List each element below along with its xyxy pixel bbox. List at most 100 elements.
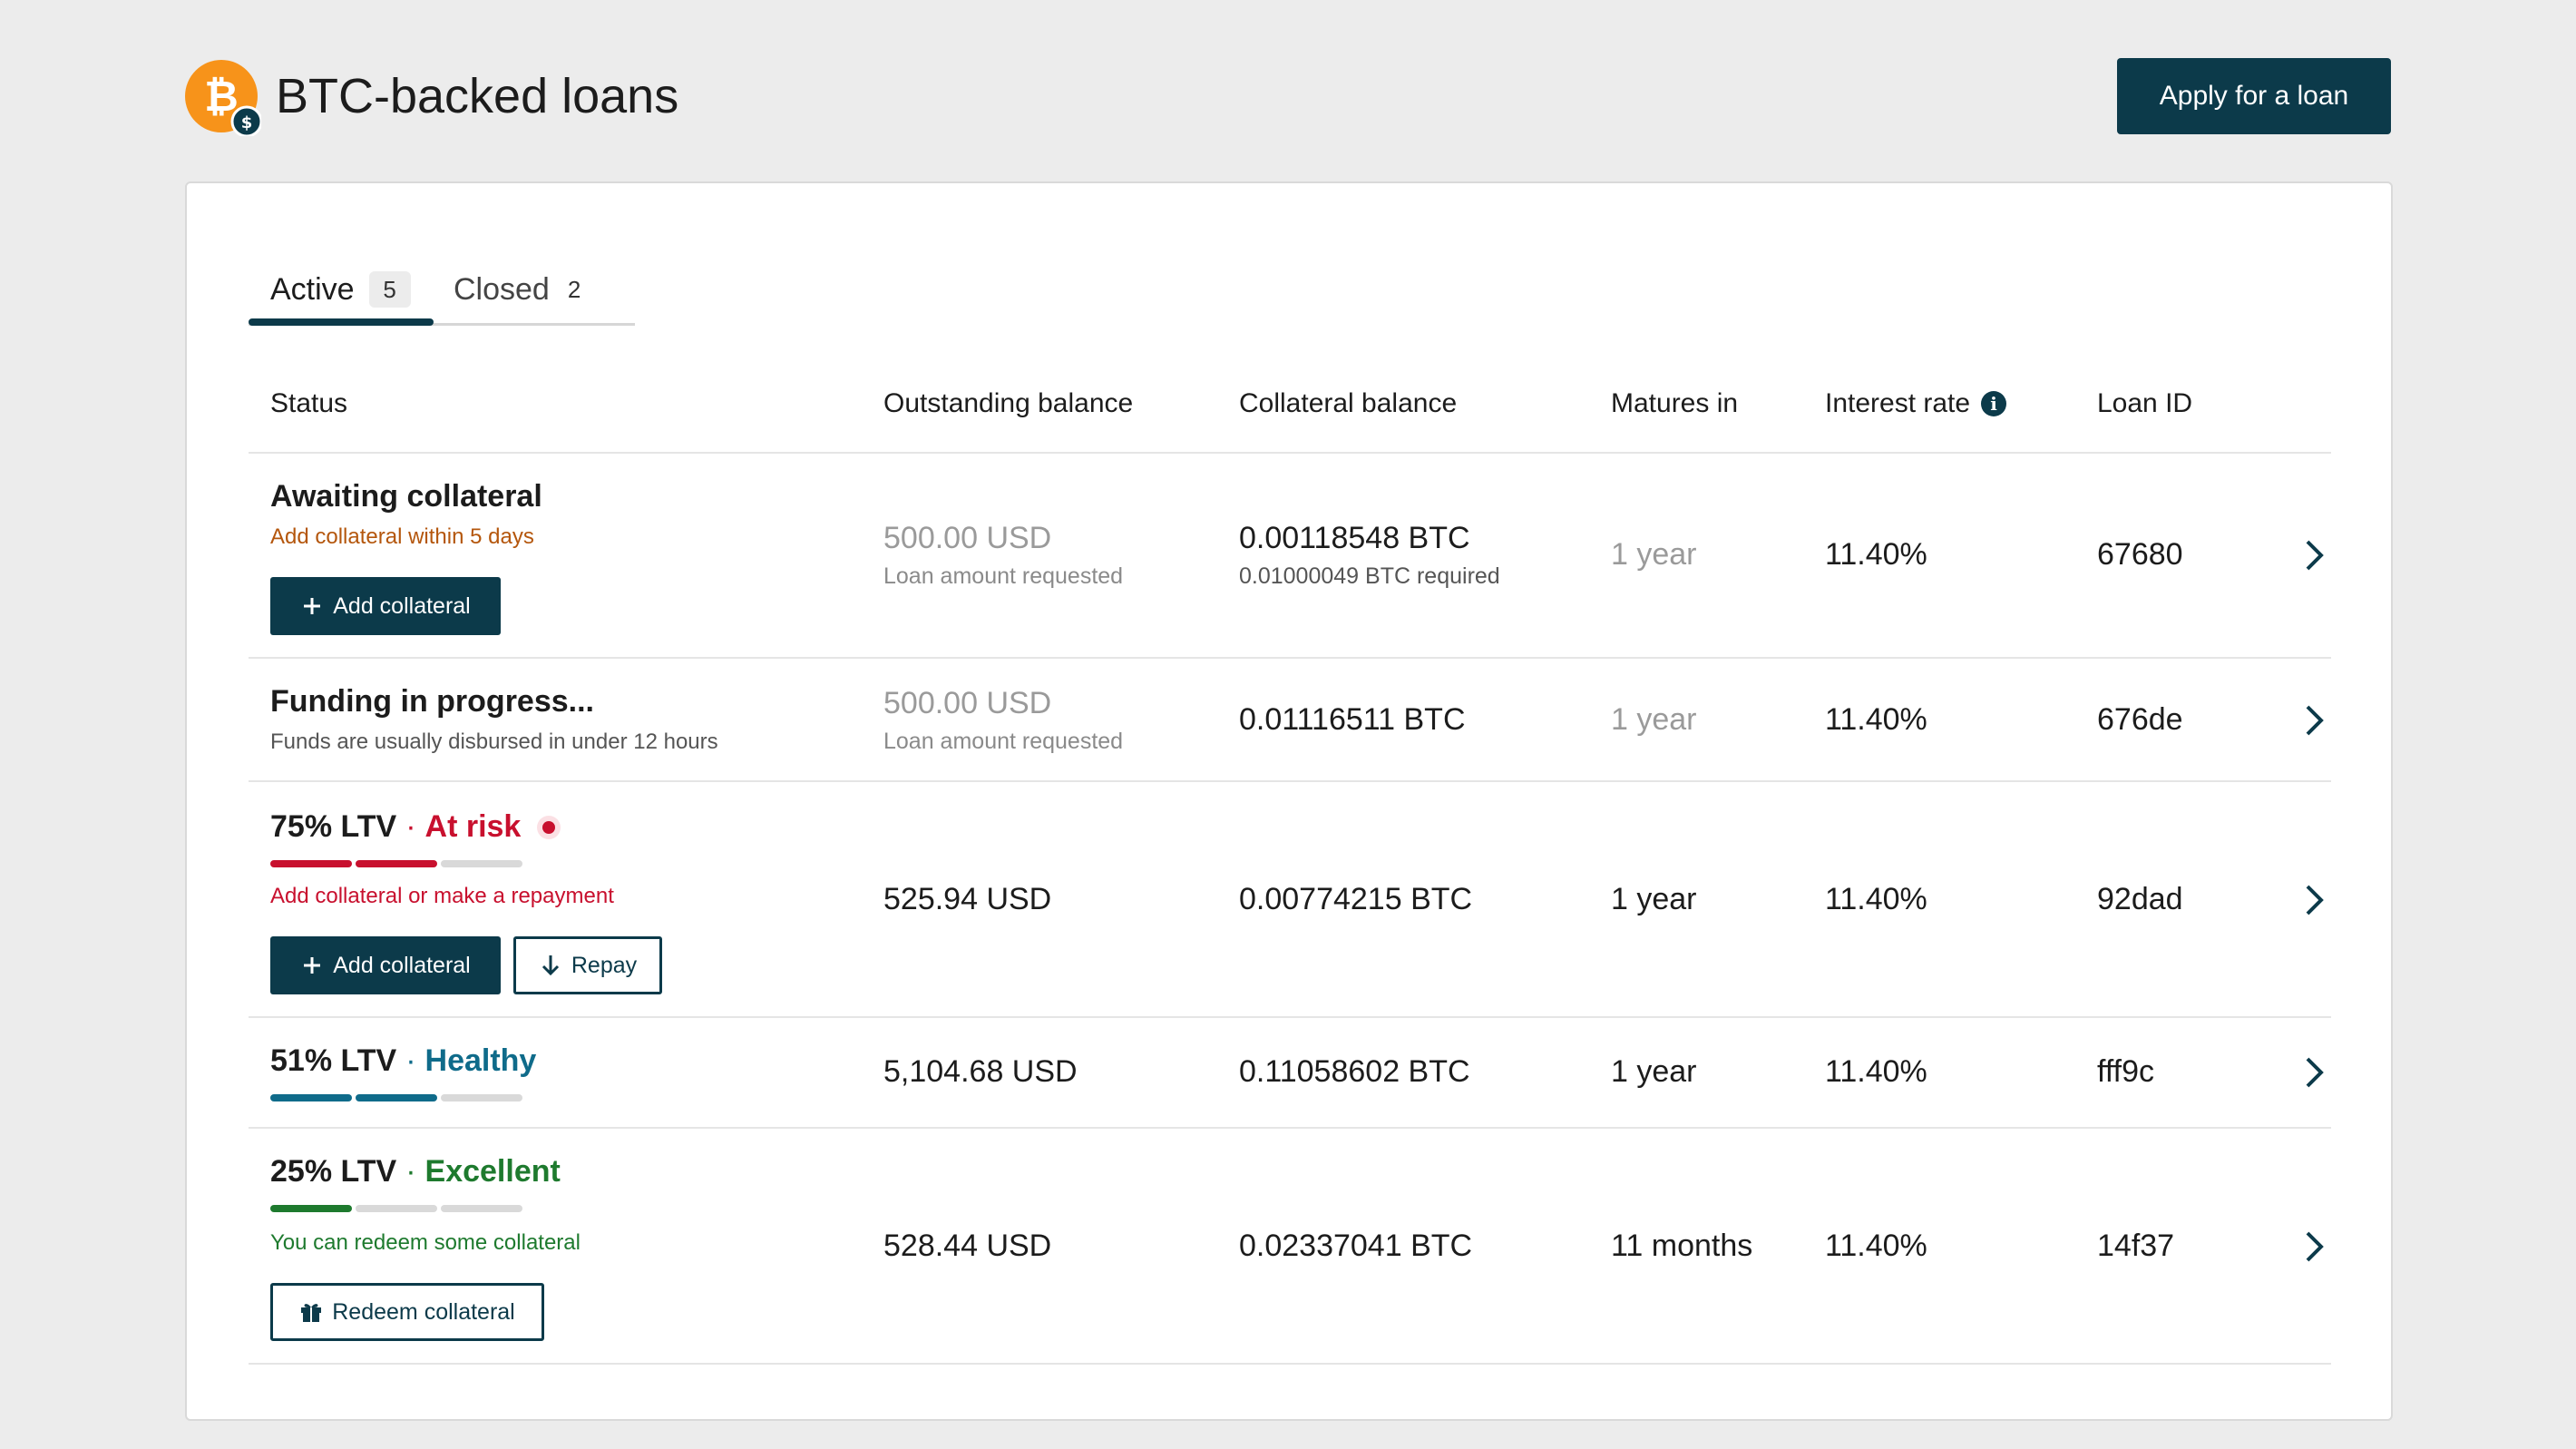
collateral-balance: 0.02337041 BTC <box>1239 1229 1473 1263</box>
ltv-label: 51% LTV <box>270 1043 397 1078</box>
ltv-progress-bar <box>270 1205 522 1212</box>
table-header: Status Outstanding balance Collateral ba… <box>249 365 2331 454</box>
tab-active-label: Active <box>270 271 355 307</box>
ltv-label: 75% LTV <box>270 809 397 844</box>
interest-rate: 11.40% <box>1825 537 1927 572</box>
table-row[interactable]: 51% LTV · Healthy 5,104.68 USD 0.1105860… <box>249 1018 2331 1129</box>
gift-icon <box>299 1300 323 1324</box>
add-collateral-label: Add collateral <box>333 952 471 978</box>
apply-for-loan-button[interactable]: Apply for a loan <box>2117 58 2391 134</box>
ltv-progress-bar <box>270 1094 522 1101</box>
chevron-right-icon[interactable] <box>2297 537 2333 573</box>
outstanding-balance: 525.94 USD <box>883 882 1052 916</box>
col-interest: Interest rate i <box>1825 388 2007 419</box>
chevron-right-icon[interactable] <box>2297 882 2333 918</box>
col-status: Status <box>270 388 348 418</box>
ltv-state: Healthy <box>424 1043 537 1078</box>
col-outstanding: Outstanding balance <box>883 388 1134 418</box>
status-note: Add collateral within 5 days <box>270 524 534 549</box>
collateral-balance: 0.00774215 BTC <box>1239 882 1473 916</box>
interest-rate: 11.40% <box>1825 882 1927 916</box>
matures-in: 1 year <box>1611 1054 1697 1089</box>
chevron-right-icon[interactable] <box>2297 1229 2333 1265</box>
redeem-collateral-button[interactable]: Redeem collateral <box>270 1283 544 1341</box>
ltv-segment <box>270 1205 352 1212</box>
outstanding-sub: Loan amount requested <box>883 563 1124 589</box>
ltv-state: Excellent <box>424 1154 561 1189</box>
ltv-segment <box>356 860 437 867</box>
ltv-segment <box>441 860 522 867</box>
matures-in: 1 year <box>1611 537 1697 572</box>
table-row[interactable]: 75% LTV · At risk Add collateral or make… <box>249 782 2331 1018</box>
matures-in: 1 year <box>1611 702 1697 737</box>
outstanding-balance: 500.00 USD <box>883 686 1052 720</box>
col-matures: Matures in <box>1611 388 1739 418</box>
table-row[interactable]: 25% LTV · Excellent You can redeem some … <box>249 1129 2331 1365</box>
collateral-balance: 0.11058602 BTC <box>1239 1054 1470 1089</box>
table-row[interactable]: Funding in progress... Funds are usually… <box>249 659 2331 782</box>
outstanding-balance: 500.00 USD <box>883 521 1052 555</box>
add-collateral-button[interactable]: Add collateral <box>270 936 501 994</box>
col-loan-id: Loan ID <box>2097 388 2193 418</box>
add-collateral-label: Add collateral <box>333 592 471 619</box>
status-note: You can redeem some collateral <box>270 1230 581 1255</box>
bitcoin-dollar-icon: ₿ $ <box>185 60 263 138</box>
loan-id: 14f37 <box>2097 1229 2175 1263</box>
alert-dot-icon <box>542 820 556 834</box>
svg-text:$: $ <box>241 113 253 132</box>
collateral-balance: 0.01116511 BTC <box>1239 702 1466 737</box>
outstanding-cell: 500.00 USD Loan amount requested <box>883 686 1123 755</box>
ltv-separator: · <box>405 809 416 844</box>
ltv-progress-bar <box>270 860 522 867</box>
repay-button[interactable]: Repay <box>513 936 662 994</box>
ltv-segment <box>441 1205 522 1212</box>
page-title: BTC-backed loans <box>276 69 679 123</box>
tab-closed-label: Closed <box>454 271 550 307</box>
chevron-right-icon[interactable] <box>2297 702 2333 739</box>
outstanding-balance: 5,104.68 USD <box>883 1054 1078 1089</box>
loans-card: Active 5 Closed 2 Status Outstanding bal… <box>185 181 2393 1421</box>
col-collateral: Collateral balance <box>1239 388 1458 418</box>
ltv-segment <box>441 1094 522 1101</box>
arrow-down-icon <box>539 954 562 977</box>
add-collateral-button[interactable]: Add collateral <box>270 577 501 635</box>
tab-active[interactable]: Active 5 <box>249 263 434 316</box>
collateral-cell: 0.00118548 BTC 0.01000049 BTC required <box>1239 521 1500 590</box>
status-title: Funding in progress... <box>270 684 594 719</box>
ltv-segment <box>356 1094 437 1101</box>
ltv-status: 51% LTV · Healthy <box>270 1043 536 1079</box>
outstanding-cell: 500.00 USD Loan amount requested <box>883 521 1123 590</box>
status-note: Funds are usually disbursed in under 12 … <box>270 729 718 754</box>
ltv-state: At risk <box>424 809 522 844</box>
info-icon[interactable]: i <box>1981 391 2007 416</box>
page-header: ₿ $ BTC-backed loans Apply for a loan <box>185 58 2391 138</box>
redeem-collateral-label: Redeem collateral <box>332 1298 515 1325</box>
status-note: Add collateral or make a repayment <box>270 884 614 908</box>
interest-rate: 11.40% <box>1825 1229 1927 1263</box>
table-row[interactable]: Awaiting collateral Add collateral withi… <box>249 454 2331 659</box>
loan-id: 676de <box>2097 702 2183 737</box>
loan-tabs: Active 5 Closed 2 <box>249 259 635 326</box>
ltv-label: 25% LTV <box>270 1154 397 1189</box>
interest-rate: 11.40% <box>1825 702 1927 737</box>
outstanding-balance: 528.44 USD <box>883 1229 1052 1263</box>
collateral-balance: 0.00118548 BTC <box>1239 521 1470 555</box>
tab-closed-count: 2 <box>567 275 581 303</box>
ltv-separator: · <box>405 1043 416 1078</box>
status-title: Awaiting collateral <box>270 479 542 514</box>
chevron-right-icon[interactable] <box>2297 1054 2333 1091</box>
ltv-status: 75% LTV · At risk <box>270 809 556 845</box>
tab-active-count: 5 <box>368 271 411 308</box>
loan-id: fff9c <box>2097 1054 2155 1089</box>
ltv-segment <box>356 1205 437 1212</box>
ltv-status: 25% LTV · Excellent <box>270 1154 561 1190</box>
tab-closed[interactable]: Closed 2 <box>454 263 581 316</box>
collateral-sub: 0.01000049 BTC required <box>1239 563 1500 589</box>
matures-in: 1 year <box>1611 882 1697 916</box>
loan-id: 92dad <box>2097 882 2183 916</box>
plus-icon <box>300 594 324 618</box>
repay-label: Repay <box>571 952 638 978</box>
interest-rate: 11.40% <box>1825 1054 1927 1089</box>
ltv-segment <box>270 860 352 867</box>
matures-in: 11 months <box>1611 1229 1753 1263</box>
